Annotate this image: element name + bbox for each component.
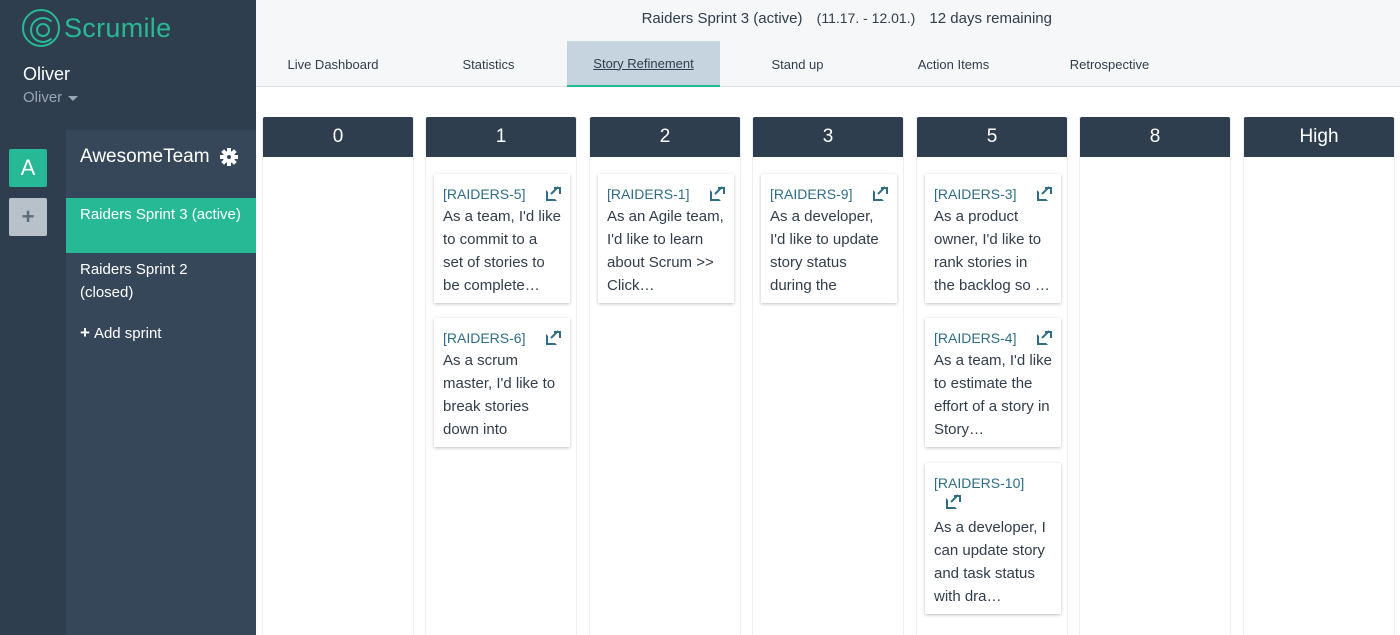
external-link-icon[interactable] — [1037, 185, 1052, 202]
external-link-icon[interactable] — [1037, 329, 1052, 346]
story-key-link[interactable]: [RAIDERS-3] — [934, 183, 1016, 205]
card-header: [RAIDERS-10] — [934, 472, 1052, 516]
sprint-name: Raiders Sprint 3 (active) — [641, 10, 803, 27]
user-menu-label: Oliver — [23, 89, 63, 106]
story-card[interactable]: [RAIDERS-6] As a scrum master, I'd like … — [434, 318, 570, 447]
add-team-button[interactable]: + — [9, 198, 47, 236]
story-key-link[interactable]: [RAIDERS-10] — [934, 475, 1024, 491]
sprint-info: Raiders Sprint 3 (active) (11.17. - 12.0… — [256, 10, 1052, 27]
team-avatar-button[interactable]: A — [9, 149, 47, 187]
column-header: High — [1244, 117, 1394, 157]
card-header: [RAIDERS-5] — [443, 183, 561, 205]
estimate-column-high: High — [1243, 117, 1395, 635]
add-sprint-label: Add sprint — [93, 324, 162, 342]
story-key-link[interactable]: [RAIDERS-9] — [770, 183, 852, 205]
card-header: [RAIDERS-3] — [934, 183, 1052, 205]
tab-bar: Live Dashboard Statistics Story Refineme… — [256, 41, 1187, 87]
story-summary: As a developer, I can update story and t… — [934, 519, 1046, 605]
tab-action-items[interactable]: Action Items — [875, 41, 1032, 87]
estimate-column-3: 3 [RAIDERS-9] As a developer, I'd like t… — [752, 117, 904, 635]
team-header: AwesomeTeam — [80, 146, 238, 168]
column-header: 1 — [426, 117, 576, 157]
brand-area: Scrumile Oliver Oliver — [0, 0, 256, 130]
page-header: Raiders Sprint 3 (active) (11.17. - 12.0… — [256, 0, 1400, 87]
story-card[interactable]: [RAIDERS-10] As a developer, I can updat… — [925, 463, 1061, 614]
estimate-column-2: 2 [RAIDERS-1] As an Agile team, I'd like… — [589, 117, 741, 635]
story-card[interactable]: [RAIDERS-4] As a team, I'd like to estim… — [925, 318, 1061, 447]
story-summary: As a scrum master, I'd like to break sto… — [443, 352, 556, 438]
column-header: 2 — [590, 117, 740, 157]
story-summary: As a team, I'd like to commit to a set o… — [443, 208, 561, 294]
estimate-column-8: 8 — [1079, 117, 1231, 635]
tab-stand-up[interactable]: Stand up — [720, 41, 875, 87]
caret-down-icon — [68, 96, 79, 101]
column-header: 8 — [1080, 117, 1230, 157]
team-rail: A + — [0, 130, 66, 635]
logo-icon — [22, 9, 60, 47]
story-summary: As a product owner, I'd like to rank sto… — [934, 208, 1050, 294]
estimation-board: 0 1 [RAIDERS-5] As a team, I'd like to c… — [256, 87, 1400, 635]
sprint-dates: (11.17. - 12.01.) — [816, 10, 916, 26]
story-key-link[interactable]: [RAIDERS-1] — [607, 183, 689, 205]
tab-live-dashboard[interactable]: Live Dashboard — [256, 41, 410, 87]
card-header: [RAIDERS-6] — [443, 327, 561, 349]
logo-text: Scrumile — [64, 12, 172, 43]
card-header: [RAIDERS-1] — [607, 183, 725, 205]
story-key-link[interactable]: [RAIDERS-6] — [443, 327, 525, 349]
days-remaining: 12 days remaining — [929, 10, 1052, 27]
estimate-column-1: 1 [RAIDERS-5] As a team, I'd like to com… — [425, 117, 577, 635]
story-summary: As a team, I'd like to estimate the effo… — [934, 352, 1052, 438]
story-summary: As a developer, I'd like to update story… — [770, 208, 879, 294]
story-card[interactable]: [RAIDERS-1] As an Agile team, I'd like t… — [598, 174, 734, 303]
add-sprint-button[interactable]: + Add sprint — [80, 323, 161, 343]
external-link-icon[interactable] — [546, 185, 561, 202]
sprint-item-raiders-3[interactable]: Raiders Sprint 3 (active) — [66, 198, 256, 253]
column-header: 5 — [917, 117, 1067, 157]
user-name: Oliver — [23, 64, 71, 84]
sprint-item-raiders-2[interactable]: Raiders Sprint 2 (closed) — [66, 253, 256, 308]
gear-icon[interactable] — [219, 148, 238, 166]
team-panel: AwesomeTeam Raiders Sprint 3 (active) Ra… — [66, 130, 256, 635]
external-link-icon[interactable] — [946, 494, 961, 510]
story-key-link[interactable]: [RAIDERS-5] — [443, 183, 525, 205]
story-card[interactable]: [RAIDERS-5] As a team, I'd like to commi… — [434, 174, 570, 303]
user-menu-dropdown[interactable]: Oliver — [23, 89, 79, 106]
external-link-icon[interactable] — [546, 329, 561, 346]
story-key-link[interactable]: [RAIDERS-4] — [934, 327, 1016, 349]
card-header: [RAIDERS-4] — [934, 327, 1052, 349]
estimate-column-5: 5 [RAIDERS-3] As a product owner, I'd li… — [916, 117, 1068, 635]
app-logo[interactable]: Scrumile — [22, 9, 171, 47]
column-header: 0 — [263, 117, 413, 157]
estimate-column-0: 0 — [262, 117, 414, 635]
column-header: 3 — [753, 117, 903, 157]
external-link-icon[interactable] — [873, 185, 888, 202]
story-card[interactable]: [RAIDERS-9] As a developer, I'd like to … — [761, 174, 897, 303]
tab-story-refinement[interactable]: Story Refinement — [567, 41, 720, 87]
story-card[interactable]: [RAIDERS-3] As a product owner, I'd like… — [925, 174, 1061, 303]
plus-icon: + — [80, 323, 90, 342]
team-name: AwesomeTeam — [80, 146, 210, 167]
card-header: [RAIDERS-9] — [770, 183, 888, 205]
tab-statistics[interactable]: Statistics — [410, 41, 567, 87]
external-link-icon[interactable] — [710, 185, 725, 202]
tab-retrospective[interactable]: Retrospective — [1032, 41, 1187, 87]
story-summary: As an Agile team, I'd like to learn abou… — [607, 208, 724, 294]
